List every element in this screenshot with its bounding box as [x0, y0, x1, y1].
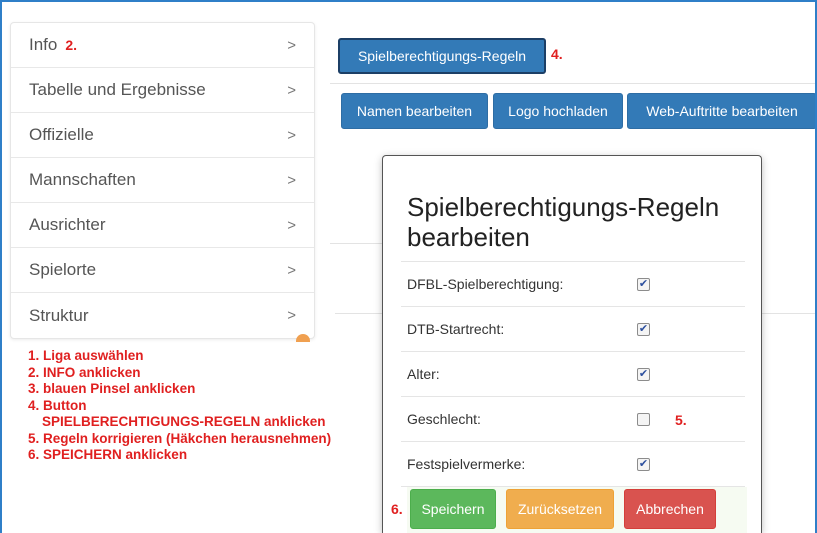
chevron-right-icon: >: [287, 126, 296, 144]
sidebar-item-ausrichter[interactable]: Ausrichter >: [11, 203, 314, 248]
chevron-right-icon: >: [287, 216, 296, 234]
instruction-line: 2. INFO anklicken: [28, 364, 141, 380]
checkbox-geschlecht[interactable]: [637, 413, 650, 426]
checkbox-alter[interactable]: ✔: [637, 368, 650, 381]
divider: [330, 243, 385, 244]
chevron-right-icon: >: [287, 81, 296, 99]
sidebar-item-tabelle[interactable]: Tabelle und Ergebnisse >: [11, 68, 314, 113]
annotation-step-2: 2.: [65, 37, 78, 53]
instructions: 1. Liga auswählen 2. INFO anklicken 3. b…: [28, 348, 448, 464]
checkbox-dfbl[interactable]: ✔: [637, 278, 650, 291]
instruction-line: 3. blauen Pinsel anklicken: [28, 381, 196, 396]
instruction-line: 1. Liga auswählen: [28, 348, 144, 363]
annotation-step-6: 6.: [391, 501, 403, 517]
instruction-line: 4. Button: [28, 397, 87, 413]
instruction-line: 6. SPEICHERN anklicken: [28, 447, 188, 462]
chevron-right-icon: >: [287, 171, 296, 189]
sidebar-item-label: Ausrichter: [29, 215, 106, 234]
modal-title: Spielberechtigungs-Regeln bearbeiten: [407, 192, 720, 252]
chevron-right-icon: >: [287, 36, 296, 54]
rule-row-geschlecht: Geschlecht: 5.: [401, 397, 745, 442]
rule-row-alter: Alter: ✔: [401, 352, 745, 397]
rule-row-dfbl: DFBL-Spielberechtigung: ✔: [401, 262, 745, 307]
rule-label: DFBL-Spielberechtigung:: [407, 276, 564, 292]
instruction-line: SPIELBERECHTIGUNGS-REGELN anklicken: [42, 414, 326, 429]
checkbox-festspiel[interactable]: ✔: [637, 458, 650, 471]
sidebar-item-label: Mannschaften: [29, 170, 136, 189]
edit-web-button[interactable]: Web-Auftritte bearbeiten: [627, 93, 817, 129]
modal-footer: 6. Speichern Zurücksetzen Abbrechen: [383, 481, 763, 533]
checkbox-dtb[interactable]: ✔: [637, 323, 650, 336]
sidebar-menu: Info 2. > Tabelle und Ergebnisse > Offizi…: [10, 22, 315, 339]
instruction-line: 5. Regeln korrigieren (Häkchen herausneh…: [28, 430, 332, 446]
sidebar-item-info[interactable]: Info 2. >: [11, 23, 314, 68]
sidebar-item-label: Tabelle und Ergebnisse: [29, 80, 206, 99]
rule-label: DTB-Startrecht:: [407, 321, 505, 337]
sidebar-item-label: Struktur: [29, 305, 89, 325]
sidebar-item-spielorte[interactable]: Spielorte >: [11, 248, 314, 293]
sidebar-item-offizielle[interactable]: Offizielle >: [11, 113, 314, 158]
sidebar-item-struktur[interactable]: Struktur >: [11, 293, 314, 338]
divider: [762, 313, 817, 314]
rules-button[interactable]: Spielberechtigungs-Regeln: [338, 38, 546, 74]
save-button[interactable]: Speichern: [410, 489, 496, 529]
chevron-right-icon: >: [287, 307, 296, 324]
scroll-indicator: [296, 334, 310, 342]
upload-logo-button[interactable]: Logo hochladen: [493, 93, 623, 129]
sidebar-item-mannschaften[interactable]: Mannschaften >: [11, 158, 314, 203]
sidebar-item-label: Offizielle: [29, 125, 94, 144]
annotation-step-5: 5.: [675, 412, 687, 428]
chevron-right-icon: >: [287, 261, 296, 279]
rules-modal: Spielberechtigungs-Regeln bearbeiten DFB…: [382, 155, 762, 533]
sidebar-item-label: Info 2.: [29, 35, 78, 54]
edit-name-button[interactable]: Namen bearbeiten: [341, 93, 488, 129]
rule-row-dtb: DTB-Startrecht: ✔: [401, 307, 745, 352]
divider: [335, 313, 385, 314]
sidebar-item-label: Spielorte: [29, 260, 97, 279]
cancel-button[interactable]: Abbrechen: [624, 489, 716, 529]
annotation-step-4: 4.: [551, 46, 563, 62]
reset-button[interactable]: Zurücksetzen: [506, 489, 614, 529]
